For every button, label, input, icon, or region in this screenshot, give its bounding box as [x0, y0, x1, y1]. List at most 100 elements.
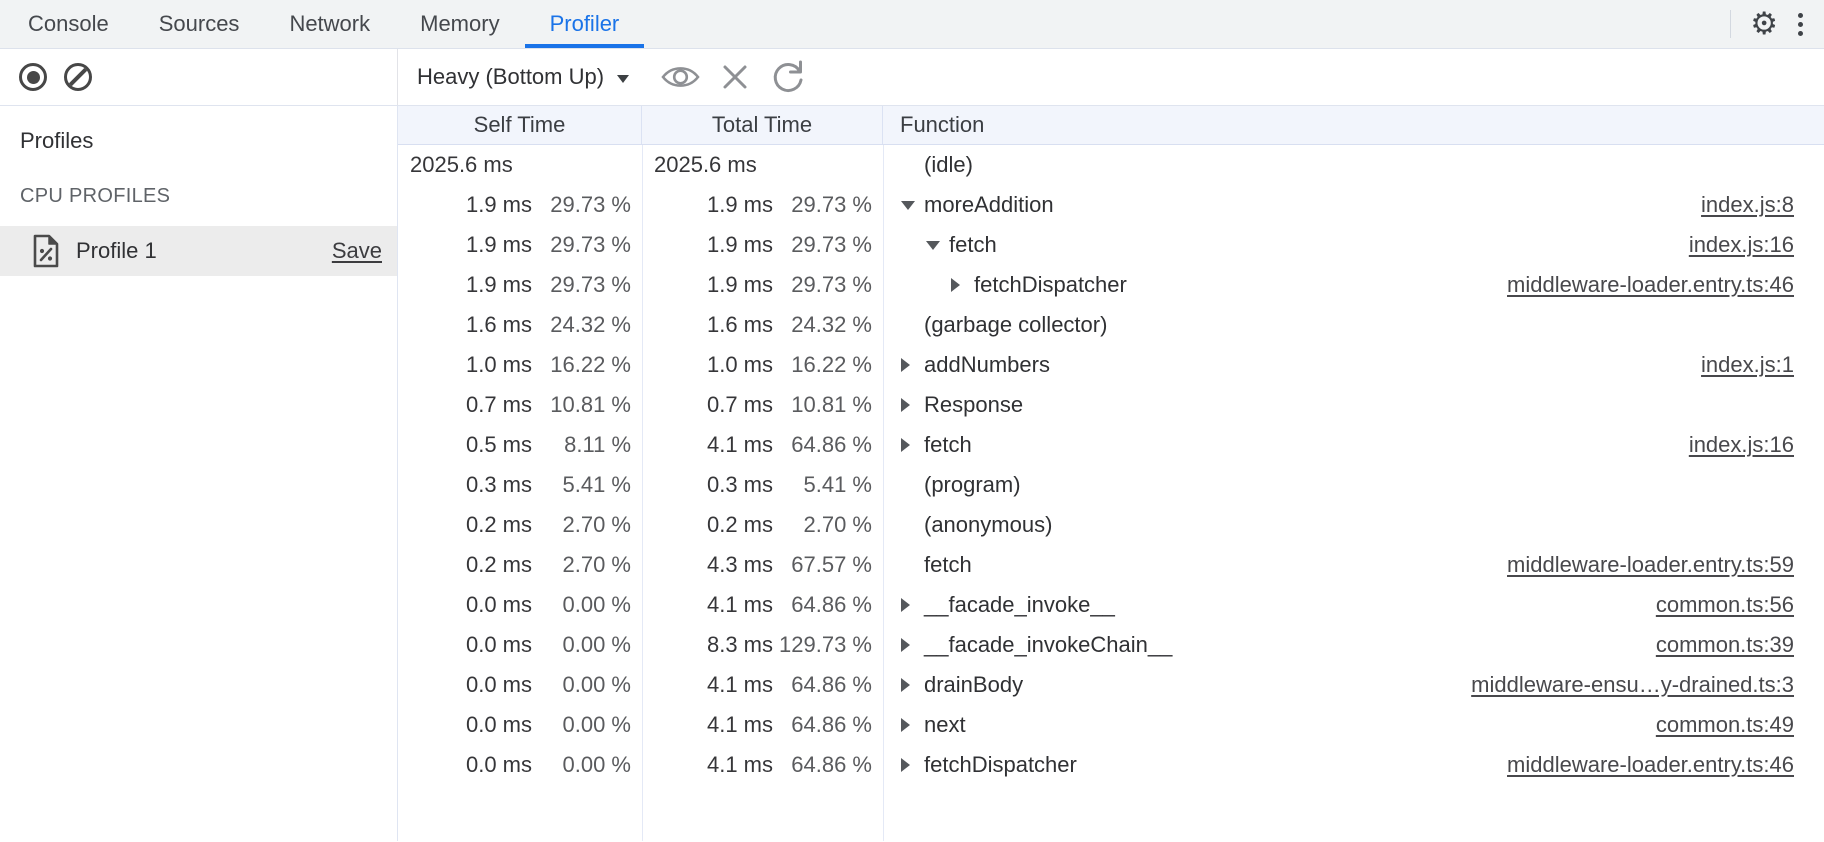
- table-row[interactable]: 0.2 ms2.70 %4.3 ms67.57 % fetch middleware…: [398, 545, 1824, 585]
- function-cell: fetch middleware-loader.entry.ts:59: [883, 545, 1824, 585]
- expand-arrow-right-icon[interactable]: [901, 398, 924, 412]
- expand-arrow-down-icon[interactable]: [901, 201, 924, 210]
- expand-arrow-right-icon[interactable]: [901, 598, 924, 612]
- total-time-cell: 0.3 ms5.41 %: [642, 465, 883, 505]
- source-location-link[interactable]: common.ts:49: [1636, 712, 1794, 738]
- total-time-cell: 4.3 ms67.57 %: [642, 545, 883, 585]
- view-mode-select[interactable]: Heavy (Bottom Up): [417, 64, 629, 90]
- column-header-self-time[interactable]: Self Time: [398, 106, 642, 144]
- total-time-percent: 64.86 %: [773, 592, 883, 618]
- self-time-ms: 0.3 ms: [466, 472, 532, 498]
- table-row[interactable]: 1.9 ms29.73 %1.9 ms29.73 %fetchDispatche…: [398, 265, 1824, 305]
- total-time-ms: 1.9 ms: [707, 272, 773, 298]
- function-cell: fetch index.js:16: [883, 225, 1824, 265]
- expand-arrow-down-icon[interactable]: [926, 241, 949, 250]
- total-time-percent: 129.73 %: [773, 632, 883, 658]
- column-header-function[interactable]: Function: [883, 106, 1824, 144]
- function-cell: __facade_invoke__common.ts:56: [883, 585, 1824, 625]
- profile-document-percent-icon: [31, 233, 61, 269]
- self-time-ms: 2025.6 ms: [410, 152, 513, 178]
- source-location-link[interactable]: middleware-ensu…y-drained.ts:3: [1451, 672, 1794, 698]
- source-location-link[interactable]: index.js:16: [1669, 432, 1794, 458]
- tab-network[interactable]: Network: [264, 0, 395, 48]
- self-time-percent: 0.00 %: [532, 752, 642, 778]
- total-time-cell: 2025.6 ms: [642, 145, 883, 185]
- function-name: __facade_invokeChain__: [924, 632, 1172, 658]
- self-time-cell: 0.2 ms2.70 %: [398, 545, 642, 585]
- self-time-percent: 16.22 %: [532, 352, 642, 378]
- self-time-percent: 29.73 %: [532, 272, 642, 298]
- expand-arrow-right-icon[interactable]: [951, 278, 974, 292]
- record-icon[interactable]: [19, 63, 47, 91]
- total-time-percent: 64.86 %: [773, 752, 883, 778]
- table-row[interactable]: 1.9 ms29.73 %1.9 ms29.73 %fetchindex.js:…: [398, 225, 1824, 265]
- total-time-cell: 1.9 ms29.73 %: [642, 265, 883, 305]
- function-name: fetch: [949, 232, 997, 258]
- source-location-link[interactable]: common.ts:56: [1636, 592, 1794, 618]
- tab-sources[interactable]: Sources: [134, 0, 265, 48]
- total-time-percent: 10.81 %: [773, 392, 883, 418]
- source-location-link[interactable]: middleware-loader.entry.ts:46: [1487, 272, 1794, 298]
- source-location-link[interactable]: index.js:1: [1681, 352, 1794, 378]
- delete-x-icon[interactable]: [720, 62, 750, 92]
- table-row[interactable]: 1.9 ms29.73 %1.9 ms29.73 %moreAdditionin…: [398, 185, 1824, 225]
- function-name: (anonymous): [924, 512, 1052, 538]
- profile-list-item-selected[interactable]: Profile 1 Save: [0, 226, 397, 276]
- source-location-link[interactable]: index.js:8: [1681, 192, 1794, 218]
- profiles-sidebar: Profiles CPU PROFILES Profile 1 Save: [0, 106, 398, 841]
- expand-arrow-right-icon[interactable]: [901, 678, 924, 692]
- save-profile-link[interactable]: Save: [332, 238, 382, 264]
- column-header-total-time[interactable]: Total Time: [642, 106, 883, 144]
- self-time-cell: 2025.6 ms: [398, 145, 642, 185]
- focus-eye-icon[interactable]: [660, 63, 701, 91]
- total-time-ms: 4.3 ms: [707, 552, 773, 578]
- table-row[interactable]: 0.0 ms0.00 %8.3 ms129.73 %__facade_invok…: [398, 625, 1824, 665]
- tab-memory[interactable]: Memory: [395, 0, 524, 48]
- table-row[interactable]: 0.0 ms0.00 %4.1 ms64.86 %fetchDispatcher…: [398, 745, 1824, 785]
- source-location-link[interactable]: common.ts:39: [1636, 632, 1794, 658]
- settings-gear-icon[interactable]: ⚙: [1750, 9, 1778, 40]
- function-name: Response: [924, 392, 1023, 418]
- total-time-cell: 1.9 ms29.73 %: [642, 185, 883, 225]
- table-row[interactable]: 1.0 ms16.22 %1.0 ms16.22 %addNumbersinde…: [398, 345, 1824, 385]
- self-time-cell: 0.7 ms10.81 %: [398, 385, 642, 425]
- self-time-ms: 1.9 ms: [466, 272, 532, 298]
- table-row[interactable]: 1.6 ms24.32 %1.6 ms24.32 %(garbage colle…: [398, 305, 1824, 345]
- source-location-link[interactable]: middleware-loader.entry.ts:59: [1487, 552, 1794, 578]
- expand-arrow-right-icon[interactable]: [901, 438, 924, 452]
- self-time-ms: 1.0 ms: [466, 352, 532, 378]
- tab-profiler[interactable]: Profiler: [525, 0, 645, 48]
- total-time-percent: 2.70 %: [773, 512, 883, 538]
- source-location-link[interactable]: middleware-loader.entry.ts:46: [1487, 752, 1794, 778]
- total-time-ms: 0.3 ms: [707, 472, 773, 498]
- more-menu-kebab-icon[interactable]: [1794, 9, 1807, 40]
- expand-arrow-right-icon[interactable]: [901, 718, 924, 732]
- function-cell: (anonymous): [883, 505, 1824, 545]
- table-row[interactable]: 0.2 ms2.70 %0.2 ms2.70 %(anonymous): [398, 505, 1824, 545]
- table-row[interactable]: 0.0 ms0.00 %4.1 ms64.86 %__facade_invoke…: [398, 585, 1824, 625]
- self-time-ms: 0.2 ms: [466, 512, 532, 538]
- table-row[interactable]: 2025.6 ms2025.6 ms(idle): [398, 145, 1824, 185]
- total-time-percent: 16.22 %: [773, 352, 883, 378]
- expand-arrow-right-icon[interactable]: [901, 638, 924, 652]
- table-row[interactable]: 0.5 ms8.11 %4.1 ms64.86 %fetchindex.js:1…: [398, 425, 1824, 465]
- table-row[interactable]: 0.3 ms5.41 %0.3 ms5.41 %(program): [398, 465, 1824, 505]
- reload-icon[interactable]: [769, 60, 805, 94]
- table-row[interactable]: 0.0 ms0.00 %4.1 ms64.86 %drainBodymiddle…: [398, 665, 1824, 705]
- table-row[interactable]: 0.0 ms0.00 %4.1 ms64.86 %nextcommon.ts:4…: [398, 705, 1824, 745]
- total-time-percent: 64.86 %: [773, 672, 883, 698]
- total-time-ms: 4.1 ms: [707, 592, 773, 618]
- cpu-profiles-section-label: CPU PROFILES: [20, 185, 397, 208]
- expand-arrow-right-icon[interactable]: [901, 358, 924, 372]
- grid-header-row: Self Time Total Time Function: [398, 106, 1824, 145]
- self-time-cell: 0.3 ms5.41 %: [398, 465, 642, 505]
- function-name: fetch: [924, 552, 972, 578]
- tab-console[interactable]: Console: [3, 0, 134, 48]
- table-row[interactable]: 0.7 ms10.81 %0.7 ms10.81 %Response: [398, 385, 1824, 425]
- total-time-cell: 4.1 ms64.86 %: [642, 665, 883, 705]
- self-time-ms: 0.0 ms: [466, 632, 532, 658]
- source-location-link[interactable]: index.js:16: [1669, 232, 1794, 258]
- clear-icon[interactable]: [64, 63, 92, 91]
- total-time-cell: 4.1 ms64.86 %: [642, 705, 883, 745]
- expand-arrow-right-icon[interactable]: [901, 758, 924, 772]
